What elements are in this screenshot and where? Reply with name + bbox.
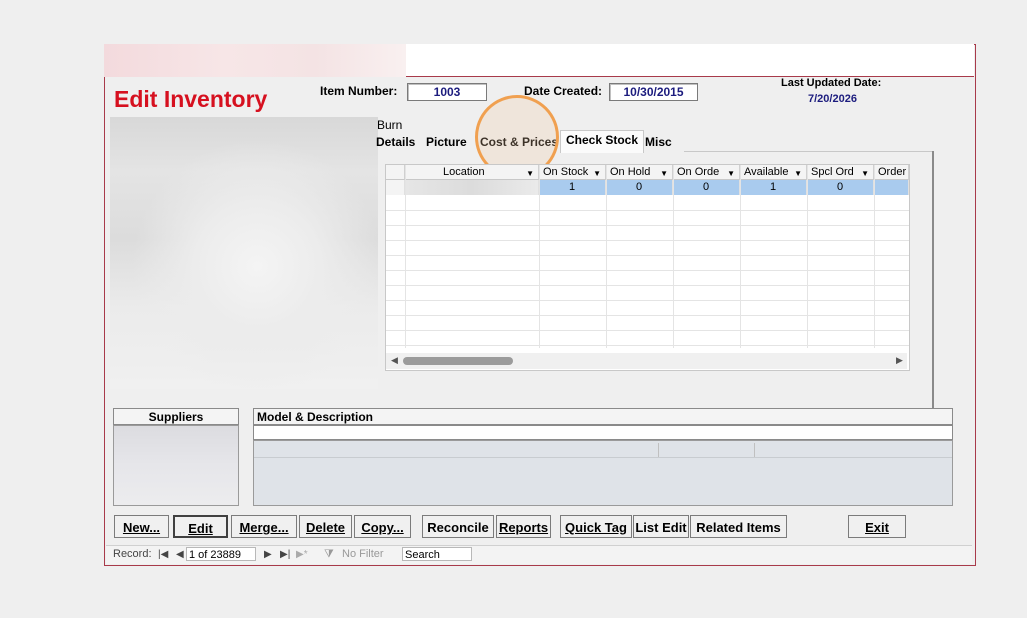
date-created-label: Date Created:	[524, 84, 603, 98]
first-record-icon[interactable]: |◀	[158, 549, 168, 560]
sort-arrow-icon: ▼	[660, 169, 668, 178]
blurred-header-image	[104, 44, 406, 77]
exit-button[interactable]: Exit	[848, 515, 906, 538]
table-row[interactable]: 1 0 0 1 0	[386, 180, 909, 195]
list-column-divider	[658, 443, 659, 457]
scroll-right-icon[interactable]: ▶	[896, 355, 903, 366]
search-input[interactable]: Search	[402, 547, 472, 561]
grid-vline	[539, 165, 540, 348]
cell-location[interactable]	[405, 180, 539, 195]
grid-line	[386, 210, 909, 211]
tab-check-stock[interactable]: Check Stock	[560, 130, 645, 153]
reports-button[interactable]: Reports	[496, 515, 551, 538]
sort-arrow-icon: ▼	[861, 169, 869, 178]
current-record-field[interactable]: 1 of 23889	[186, 547, 256, 561]
tab-misc[interactable]: Misc	[640, 133, 677, 152]
grid-line	[386, 300, 909, 301]
grid-vline	[606, 165, 607, 348]
suppliers-header: Suppliers	[113, 408, 239, 425]
copy-button[interactable]: Copy...	[354, 515, 411, 538]
column-header-available[interactable]: Available ▼	[740, 165, 807, 180]
item-photo	[110, 117, 378, 389]
model-description-list[interactable]	[253, 440, 953, 506]
grid-line	[386, 345, 909, 346]
model-description-header: Model & Description	[253, 408, 953, 425]
grid-vline	[807, 165, 808, 348]
grid-vline	[740, 165, 741, 348]
cell-on-order[interactable]: 0	[673, 180, 740, 195]
cell-special-order[interactable]: 0	[807, 180, 874, 195]
date-created-field[interactable]: 10/30/2015	[609, 83, 698, 101]
form-title: Edit Inventory	[114, 86, 268, 112]
cell-order[interactable]	[874, 180, 909, 195]
row-selector-header	[386, 165, 405, 180]
list-header-row	[254, 443, 952, 458]
sort-arrow-icon: ▼	[526, 169, 534, 178]
related-items-button[interactable]: Related Items	[690, 515, 787, 538]
row-selector[interactable]	[386, 180, 405, 195]
new-button[interactable]: New...	[114, 515, 169, 538]
partial-label-text: Burn	[377, 118, 403, 132]
grid-line	[386, 270, 909, 271]
delete-button[interactable]: Delete	[299, 515, 352, 538]
stock-grid[interactable]: Location ▼ On Stock ▼ On Hold ▼ On Orde ▼ Av…	[385, 164, 910, 371]
list-column-divider	[754, 443, 755, 457]
grid-line	[386, 330, 909, 331]
tab-details[interactable]: Details	[371, 133, 420, 152]
merge-button[interactable]: Merge...	[231, 515, 297, 538]
last-updated-value: 7/20/2026	[808, 93, 857, 105]
edit-button[interactable]: Edit	[173, 515, 228, 538]
scroll-thumb[interactable]	[403, 357, 513, 365]
column-header-location[interactable]: Location ▼	[405, 165, 539, 180]
grid-line	[386, 285, 909, 286]
column-header-order[interactable]: Order	[874, 165, 909, 180]
item-number-label: Item Number:	[320, 84, 398, 98]
column-header-on-hold[interactable]: On Hold ▼	[606, 165, 673, 180]
filter-icon[interactable]: ⧩	[324, 548, 334, 561]
last-updated-label: Last Updated Date:	[781, 77, 882, 89]
last-record-icon[interactable]: ▶|	[280, 549, 290, 560]
column-header-on-order[interactable]: On Orde ▼	[673, 165, 740, 180]
previous-record-icon[interactable]: ◀	[176, 549, 184, 560]
sort-arrow-icon: ▼	[794, 169, 802, 178]
record-navigation-bar: Record: |◀ ◀ 1 of 23889 ▶ ▶| ▶* ⧩ No Fil…	[106, 545, 972, 564]
cell-on-hold[interactable]: 0	[606, 180, 673, 195]
grid-line	[386, 225, 909, 226]
column-header-on-stock[interactable]: On Stock ▼	[539, 165, 606, 180]
list-edit-button[interactable]: List Edit	[633, 515, 689, 538]
cell-on-stock[interactable]: 1	[539, 180, 606, 195]
item-number-field[interactable]: 1003	[407, 83, 487, 101]
sort-arrow-icon: ▼	[593, 169, 601, 178]
column-header-special-order[interactable]: Spcl Ord ▼	[807, 165, 874, 180]
grid-vline	[874, 165, 875, 348]
reconcile-button[interactable]: Reconcile	[422, 515, 494, 538]
no-filter-label[interactable]: No Filter	[342, 548, 384, 560]
suppliers-list[interactable]	[113, 425, 239, 506]
grid-line	[386, 240, 909, 241]
new-record-icon[interactable]: ▶*	[296, 549, 308, 560]
model-description-input[interactable]	[253, 425, 953, 440]
grid-vline	[673, 165, 674, 348]
scroll-left-icon[interactable]: ◀	[391, 355, 398, 366]
grid-line	[386, 255, 909, 256]
quick-tag-button[interactable]: Quick Tag	[560, 515, 632, 538]
sort-arrow-icon: ▼	[727, 169, 735, 178]
grid-line	[386, 315, 909, 316]
next-record-icon[interactable]: ▶	[264, 549, 272, 560]
record-label: Record:	[113, 548, 152, 560]
cell-available[interactable]: 1	[740, 180, 807, 195]
tab-picture[interactable]: Picture	[421, 133, 472, 152]
grid-vline	[405, 165, 406, 348]
